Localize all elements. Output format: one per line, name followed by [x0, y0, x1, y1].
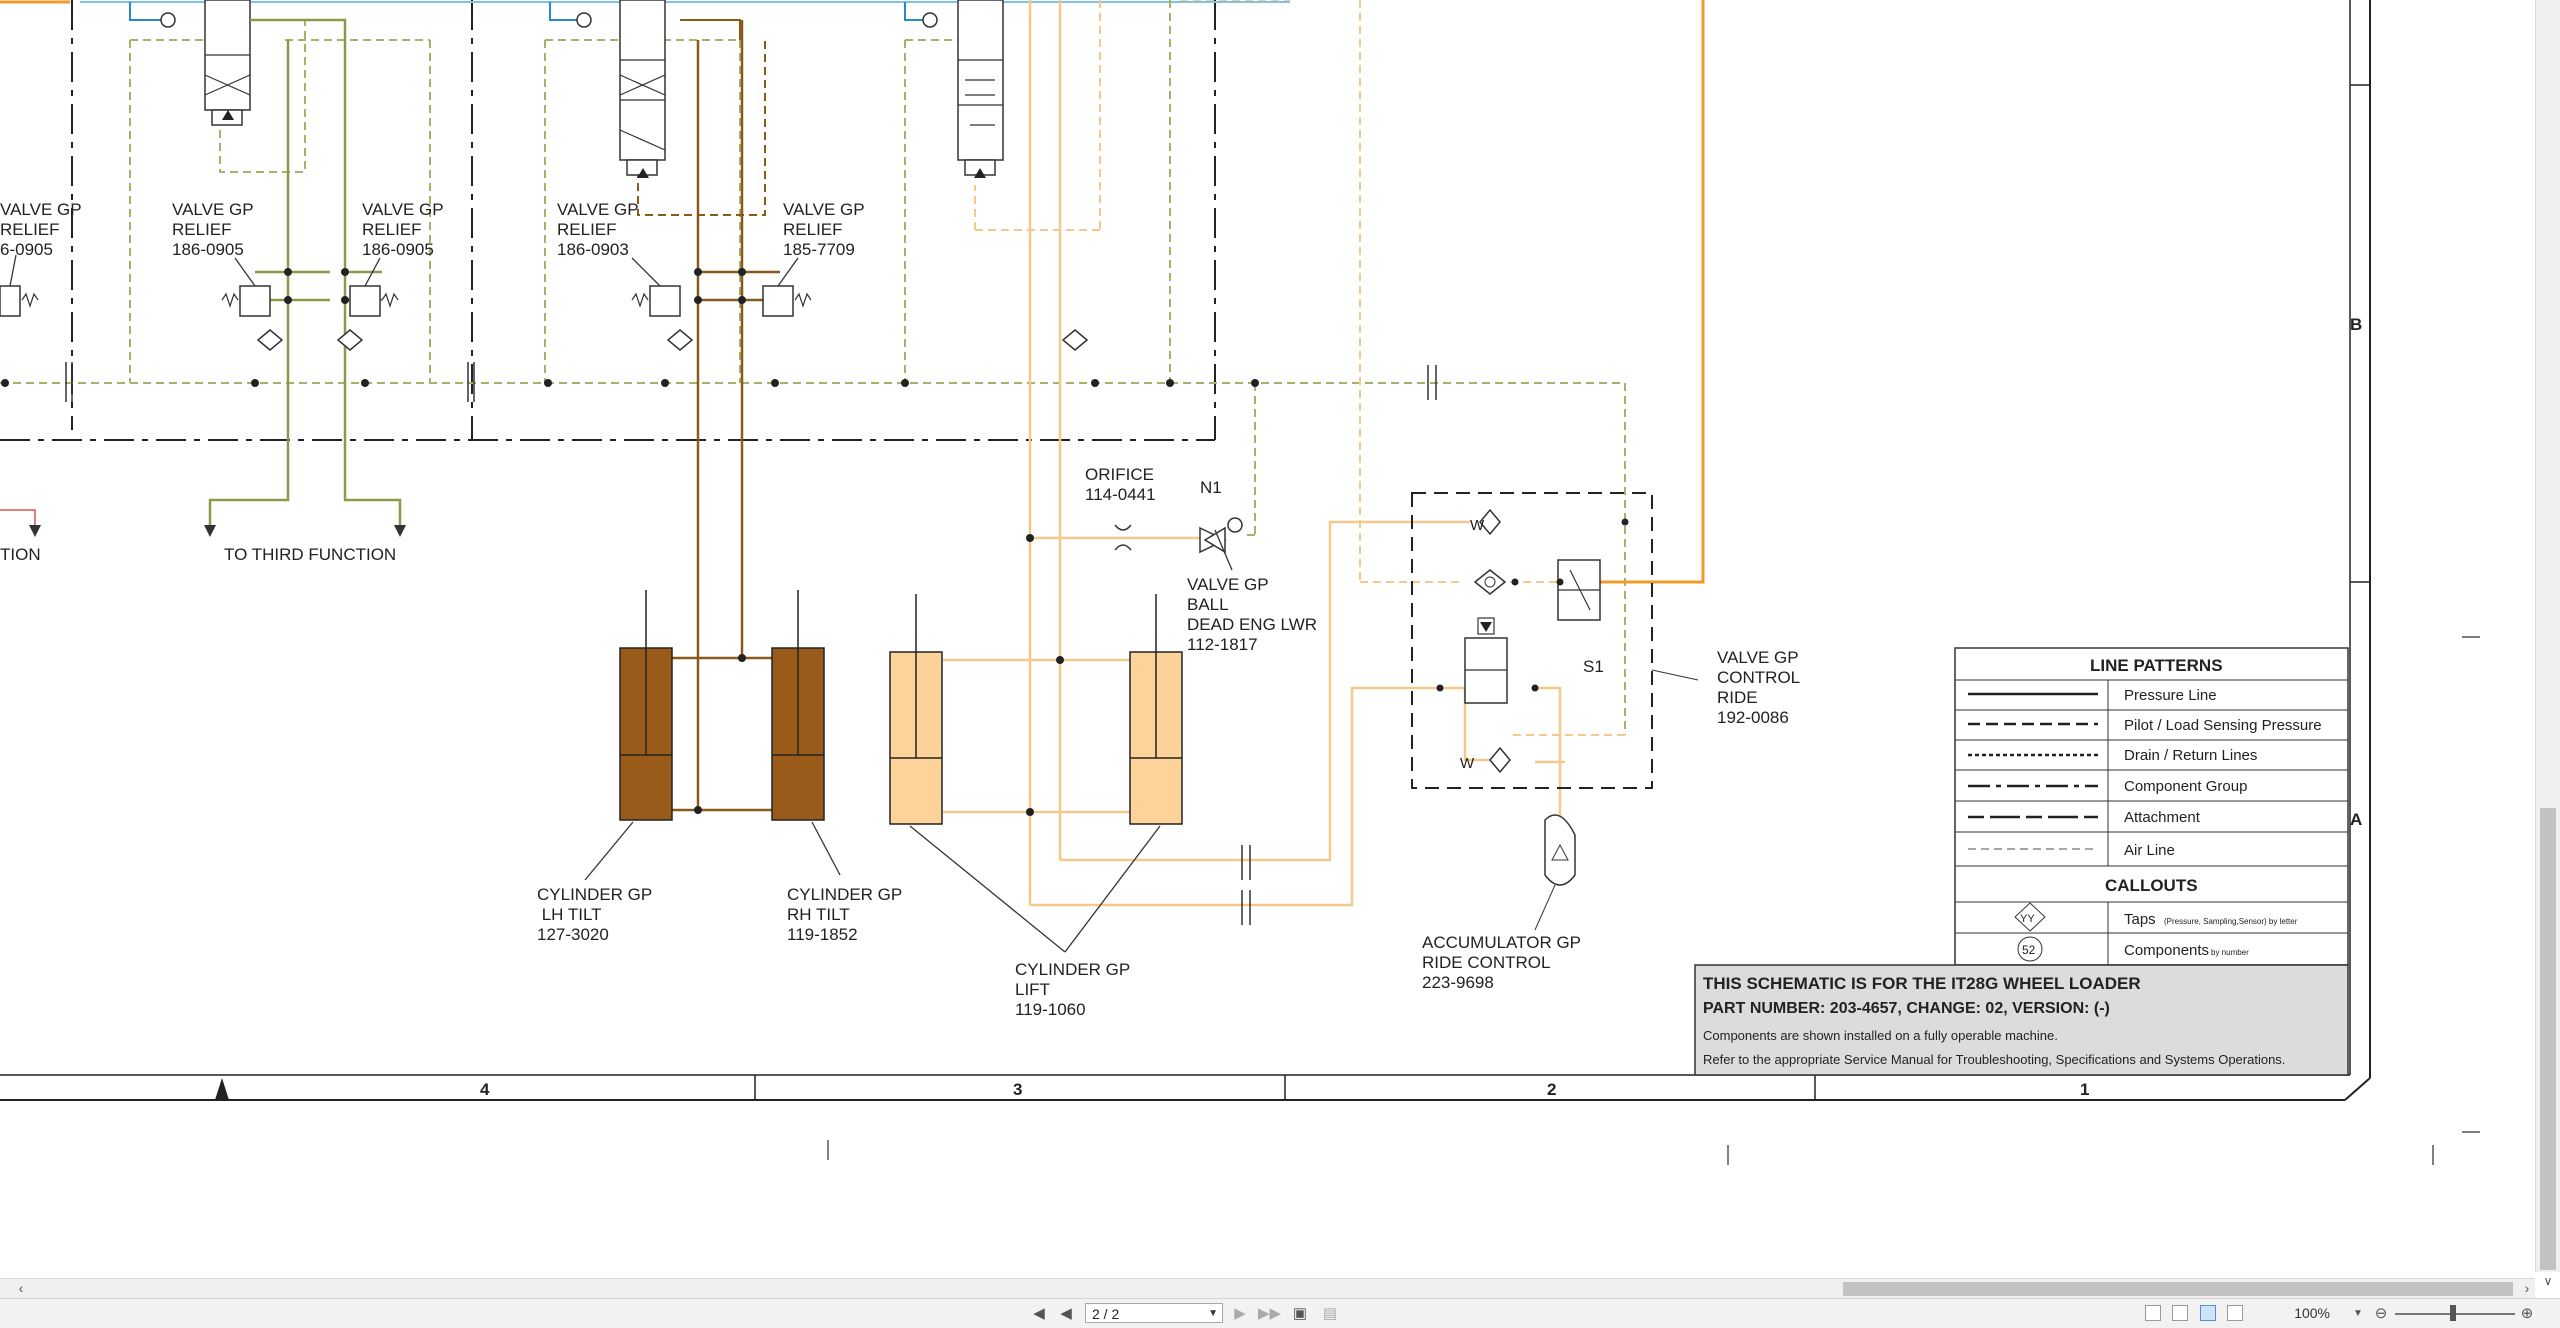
accumulator-label: ACCUMULATOR GP RIDE CONTROL 223-9698 — [1422, 933, 1581, 992]
column-2-label: 2 — [1547, 1080, 1556, 1099]
vertical-scroll-thumb[interactable] — [2540, 808, 2556, 1270]
scroll-down-icon[interactable]: ∨ — [2538, 1274, 2558, 1290]
line-patterns-legend: LINE PATTERNS Pressure Line Pilot / Load… — [1954, 647, 2349, 966]
tap-symbol-text: YY — [2020, 913, 2035, 925]
fit-width-icon[interactable]: ▤ — [1320, 1305, 1340, 1323]
first-page-icon[interactable]: ◀​ — [1030, 1305, 1048, 1323]
zoom-in-icon[interactable]: ⊕ — [2518, 1305, 2536, 1323]
legend-components-note: by number — [2211, 948, 2249, 957]
page-number-field[interactable]: 2 / 2 ▼ — [1085, 1303, 1223, 1323]
column-4-label: 4 — [480, 1080, 490, 1099]
prev-page-icon[interactable]: ◀ — [1058, 1305, 1074, 1323]
orifice-label: ORIFICE 114-0441 — [1085, 465, 1156, 504]
legend-pilot-line: Pilot / Load Sensing Pressure — [2124, 717, 2322, 734]
cylinder-lift-label: CYLINDER GP LIFT 119-1060 — [1015, 960, 1130, 1019]
cylinder-rh-tilt-label: CYLINDER GP RH TILT 119-1852 — [787, 885, 902, 944]
svg-text:W: W — [1460, 755, 1475, 772]
two-page-icon[interactable] — [2200, 1305, 2216, 1321]
last-page-icon[interactable]: ▶▶ — [1258, 1305, 1281, 1323]
chevron-down-icon[interactable]: ▼ — [1208, 1304, 1218, 1324]
legend-component-group: Component Group — [2124, 778, 2247, 795]
legend-air-line: Air Line — [2124, 842, 2175, 859]
zone-b-label: B — [2350, 315, 2362, 334]
legend-taps-note: (Pressure, Sampling,Sensor) by letter — [2164, 917, 2298, 926]
title-block-line1: THIS SCHEMATIC IS FOR THE IT28G WHEEL LO… — [1703, 974, 2141, 993]
relief-label-left-cut: VALVE GP RELIEF 6-0905 — [0, 200, 82, 259]
scroll-left-icon[interactable]: ‹ — [12, 1280, 30, 1296]
column-3-label: 3 — [1013, 1080, 1022, 1099]
zoom-slider-handle[interactable] — [2450, 1305, 2456, 1321]
vertical-scrollbar[interactable] — [2535, 0, 2560, 1272]
title-block: THIS SCHEMATIC IS FOR THE IT28G WHEEL LO… — [1694, 964, 2349, 1076]
zoom-level[interactable]: 100% — [2270, 1305, 2330, 1321]
ride-control-valve-label: VALVE GP CONTROL RIDE 192-0086 — [1717, 648, 1800, 727]
single-page-icon[interactable] — [2145, 1305, 2161, 1321]
document-viewport[interactable]: W W VALVE GP RELIEF 6-0905 VALVE GP RELIEF 1… — [0, 0, 2560, 1272]
svg-text:W: W — [1470, 517, 1485, 534]
legend-components-label: Components — [2124, 942, 2209, 959]
callouts-title: CALLOUTS — [2105, 876, 2198, 895]
zoom-out-icon[interactable]: ⊖ — [2372, 1305, 2390, 1323]
relief-label-b: VALVE GP RELIEF 186-0905 — [362, 200, 444, 259]
relief-label-c: VALVE GP RELIEF 186-0903 — [557, 200, 639, 259]
book-icon[interactable] — [2227, 1305, 2243, 1321]
relief-label-d: VALVE GP RELIEF 185-7709 — [783, 200, 865, 259]
s1-label: S1 — [1583, 657, 1604, 676]
legend-attachment: Attachment — [2124, 809, 2201, 826]
legend-pressure-line: Pressure Line — [2124, 687, 2217, 704]
to-function-label-cut: TION — [0, 545, 41, 564]
ball-valve-label: VALVE GP BALL DEAD ENG LWR 112-1817 — [1187, 575, 1317, 654]
title-block-line2: PART NUMBER: 203-4657, CHANGE: 02, VERSI… — [1703, 1000, 2110, 1017]
title-block-line3: Components are shown installed on a full… — [1703, 1028, 2058, 1043]
continuous-icon[interactable] — [2172, 1305, 2188, 1321]
title-block-line4: Refer to the appropriate Service Manual … — [1703, 1052, 2285, 1067]
scroll-right-icon[interactable]: › — [2518, 1280, 2536, 1296]
legend-taps-label: Taps — [2124, 911, 2156, 928]
hydraulic-schematic: W W VALVE GP RELIEF 6-0905 VALVE GP RELIEF 1… — [0, 0, 2480, 1165]
legend-drain-line: Drain / Return Lines — [2124, 747, 2257, 764]
zone-a-label: A — [2350, 810, 2362, 829]
component-symbol-text: 52 — [2022, 943, 2036, 957]
to-third-function-label: TO THIRD FUNCTION — [224, 545, 396, 564]
page-number-text: 2 / 2 — [1092, 1306, 1120, 1322]
n1-label: N1 — [1200, 478, 1222, 497]
horizontal-scrollbar[interactable] — [0, 1278, 2535, 1299]
next-page-icon[interactable]: ▶ — [1232, 1305, 1248, 1323]
legend-title: LINE PATTERNS — [2090, 656, 2223, 675]
relief-label-a: VALVE GP RELIEF 186-0905 — [172, 200, 254, 259]
column-1-label: 1 — [2080, 1080, 2089, 1099]
zoom-dropdown-icon[interactable]: ▼ — [2352, 1305, 2364, 1323]
fit-page-icon[interactable]: ▣ — [1290, 1305, 1310, 1323]
cylinder-lh-tilt-label: CYLINDER GP LH TILT 127-3020 — [537, 885, 652, 944]
viewer-status-bar: ◀​ ◀ 2 / 2 ▼ ▶ ▶▶ ▣ ▤ 100% ▼ ⊖ ⊕ — [0, 1298, 2560, 1328]
horizontal-scroll-thumb[interactable] — [1843, 1282, 2513, 1296]
